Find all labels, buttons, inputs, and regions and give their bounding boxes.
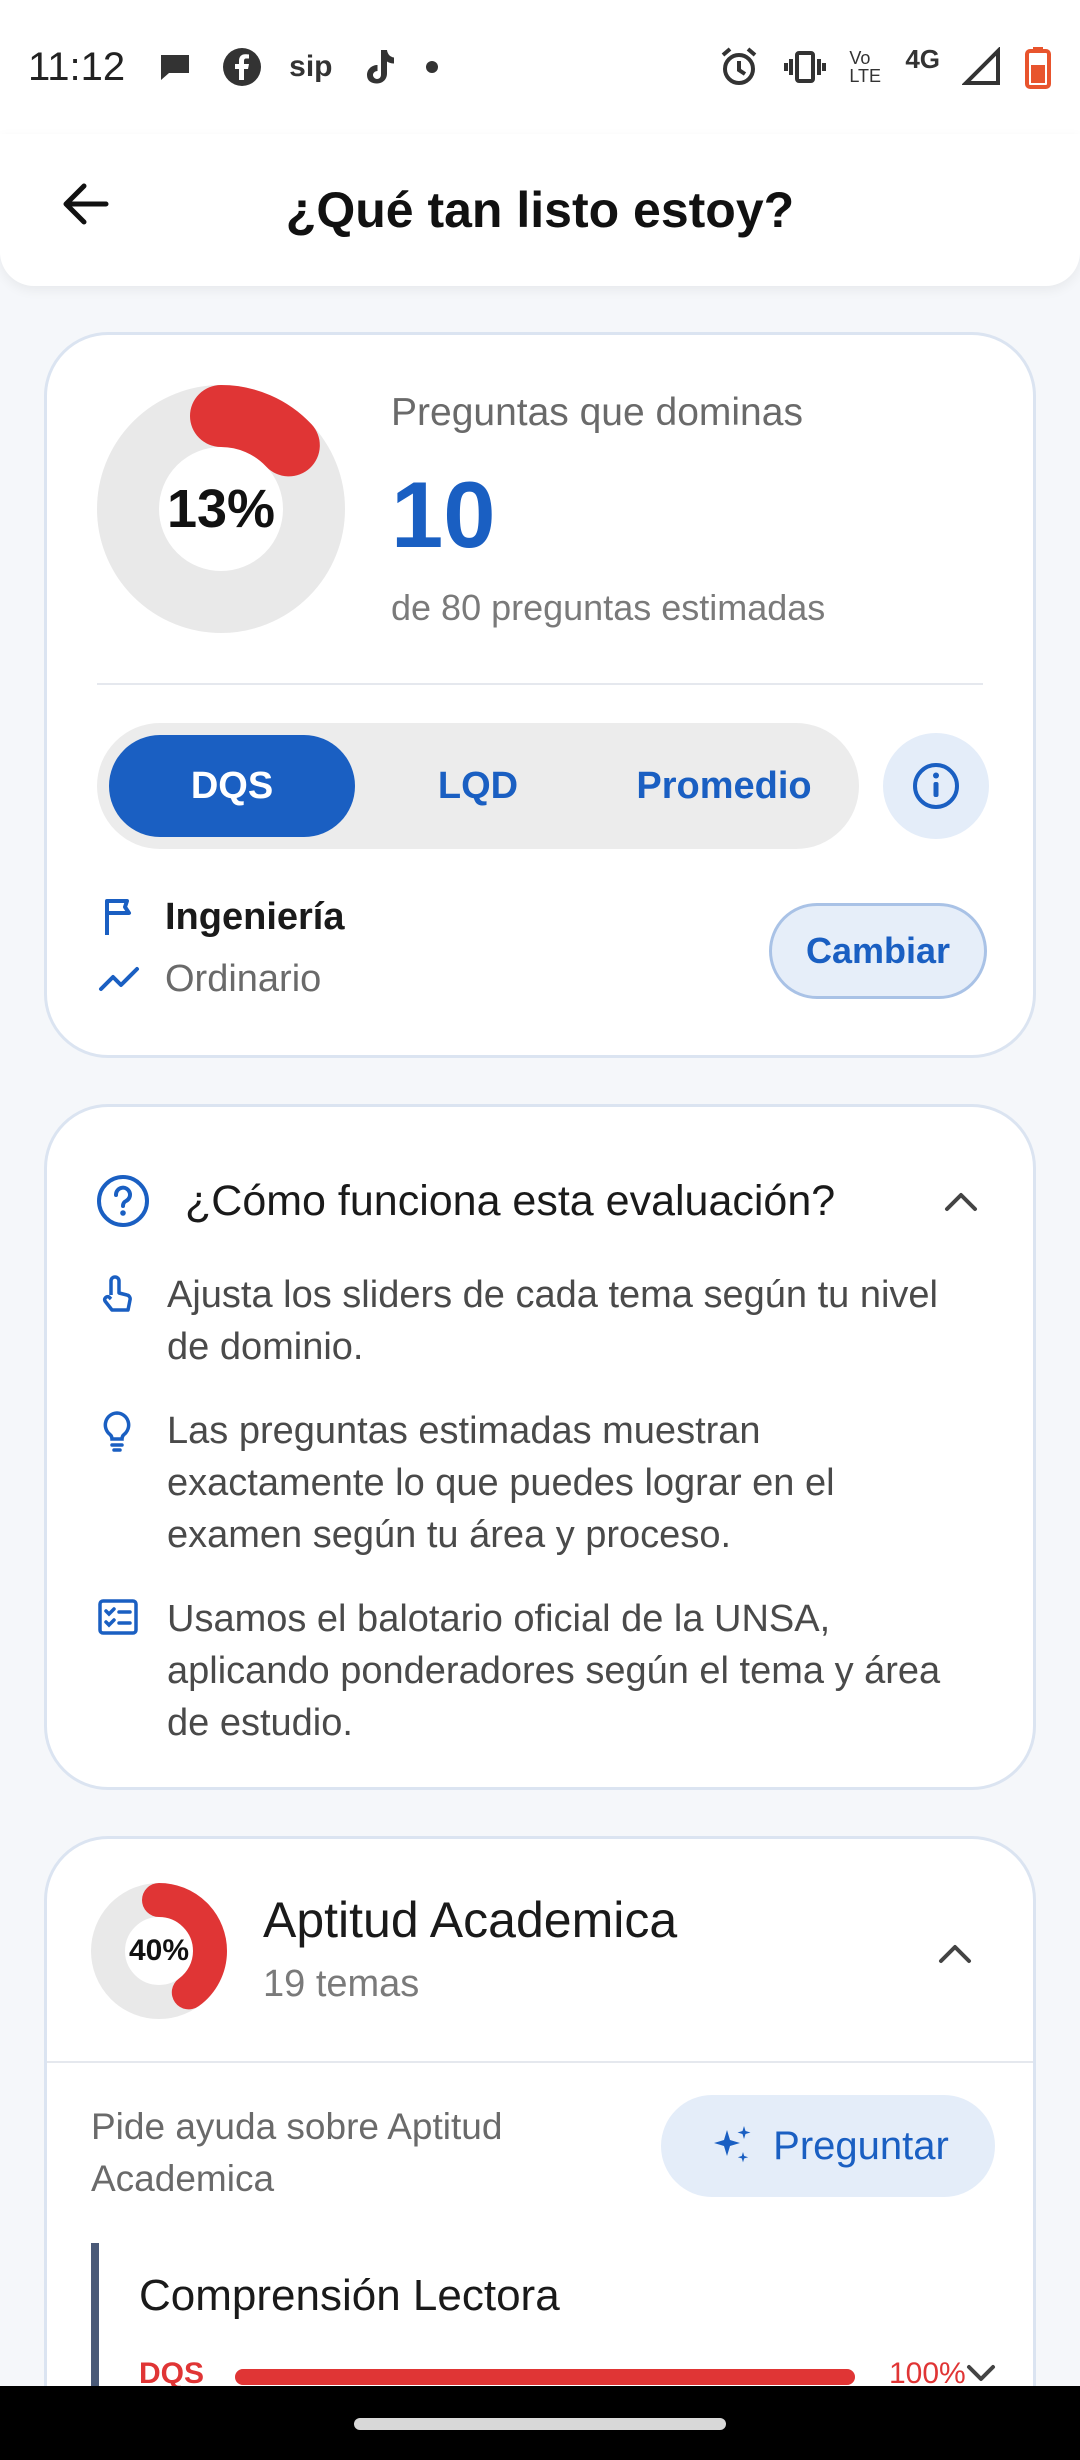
- app-header: ¿Qué tan listo estoy?: [0, 134, 1080, 286]
- subject-topic-count: 19 temas: [263, 1963, 420, 2005]
- dot-icon: [425, 60, 439, 74]
- mastered-questions-label: Preguntas que dominas: [391, 391, 803, 434]
- mastery-donut-chart: 13%: [97, 385, 345, 633]
- chat-bubble-icon: [155, 47, 195, 87]
- trend-icon: [99, 967, 139, 991]
- subject-donut-chart: 40%: [91, 1883, 227, 2019]
- flag-icon: [105, 899, 131, 935]
- back-button[interactable]: [56, 174, 116, 234]
- divider: [47, 2061, 1033, 2063]
- score-mode-segmented-control: DQS LQD Promedio: [97, 723, 859, 849]
- how-item-text: Usamos el balotario oficial de la UNSA, …: [167, 1598, 941, 1744]
- subject-percent: 40%: [128, 1934, 190, 1967]
- status-time: 11:12: [28, 44, 126, 89]
- info-button[interactable]: [883, 733, 989, 839]
- alarm-icon: [717, 45, 761, 89]
- vibrate-icon: [783, 47, 827, 87]
- arrow-left-icon: [63, 183, 109, 225]
- divider: [97, 683, 983, 685]
- process-text: Ordinario: [165, 957, 322, 1000]
- subject-title: Aptitud Academica: [263, 1892, 678, 1948]
- how-it-works-header[interactable]: ¿Cómo funciona esta evaluación?: [95, 1161, 985, 1241]
- touch-gesture-icon: [102, 1275, 132, 1312]
- how-item: Las preguntas estimadas muestran exactam…: [97, 1405, 973, 1561]
- how-item-text: Ajusta los sliders de cada tema según tu…: [167, 1274, 938, 1368]
- sparkle-icon: [714, 2126, 751, 2163]
- page-title: ¿Qué tan listo estoy?: [285, 182, 795, 238]
- help-circle-icon: [97, 1175, 149, 1227]
- lightbulb-icon: [103, 1411, 131, 1452]
- ask-button[interactable]: Preguntar: [661, 2095, 995, 2197]
- change-button[interactable]: Cambiar: [769, 903, 987, 999]
- topic-name: Comprensión Lectora: [139, 2271, 560, 2320]
- how-it-works-card: ¿Cómo funciona esta evaluación? Ajusta l…: [44, 1104, 1036, 1790]
- ask-button-label: Preguntar: [773, 2123, 949, 2168]
- tab-dqs[interactable]: DQS: [109, 735, 355, 837]
- how-item-text: Las preguntas estimadas muestran exactam…: [167, 1410, 835, 1556]
- battery-icon: [1024, 45, 1052, 89]
- info-icon: [913, 763, 959, 809]
- estimated-questions-text: de 80 preguntas estimadas: [391, 587, 826, 628]
- subject-card: 40% Aptitud Academica 19 temas Pide ayud…: [44, 1836, 1036, 2460]
- how-item: Ajusta los sliders de cada tema según tu…: [97, 1269, 973, 1373]
- tiktok-icon: [359, 46, 399, 88]
- tab-lqd[interactable]: LQD: [355, 735, 601, 837]
- facebook-icon: [221, 46, 263, 88]
- chevron-up-icon[interactable]: [937, 1177, 985, 1225]
- network-4g-label: 4G: [905, 43, 940, 74]
- volte-icon: Vo LTE: [849, 48, 881, 86]
- how-it-works-title: ¿Cómo funciona esta evaluación?: [185, 1176, 836, 1225]
- signal-icon: [962, 47, 1002, 87]
- process-row: Ordinario: [97, 957, 321, 1001]
- help-text: Pide ayuda sobre Aptitud Academica: [91, 2106, 503, 2199]
- chevron-up-icon[interactable]: [931, 1929, 979, 1977]
- area-row: Ingeniería: [97, 895, 345, 939]
- mastered-questions-value: 10: [391, 462, 496, 567]
- sip-icon: sip: [289, 50, 333, 83]
- mastery-percent: 13%: [166, 479, 276, 539]
- home-gesture-handle[interactable]: [354, 2418, 726, 2430]
- system-navigation-bar: [0, 2386, 1080, 2460]
- how-item: Usamos el balotario oficial de la UNSA, …: [97, 1593, 973, 1749]
- topic-progress-bar[interactable]: [235, 2369, 855, 2385]
- summary-card: 13% Preguntas que dominas 10 de 80 pregu…: [44, 332, 1036, 1058]
- checklist-icon: [98, 1599, 138, 1635]
- status-bar: 11:12 sip Vo LTE 4G: [0, 0, 1080, 134]
- area-text: Ingeniería: [165, 895, 345, 938]
- tab-promedio[interactable]: Promedio: [601, 735, 847, 837]
- topic-progress-fill: [235, 2369, 855, 2385]
